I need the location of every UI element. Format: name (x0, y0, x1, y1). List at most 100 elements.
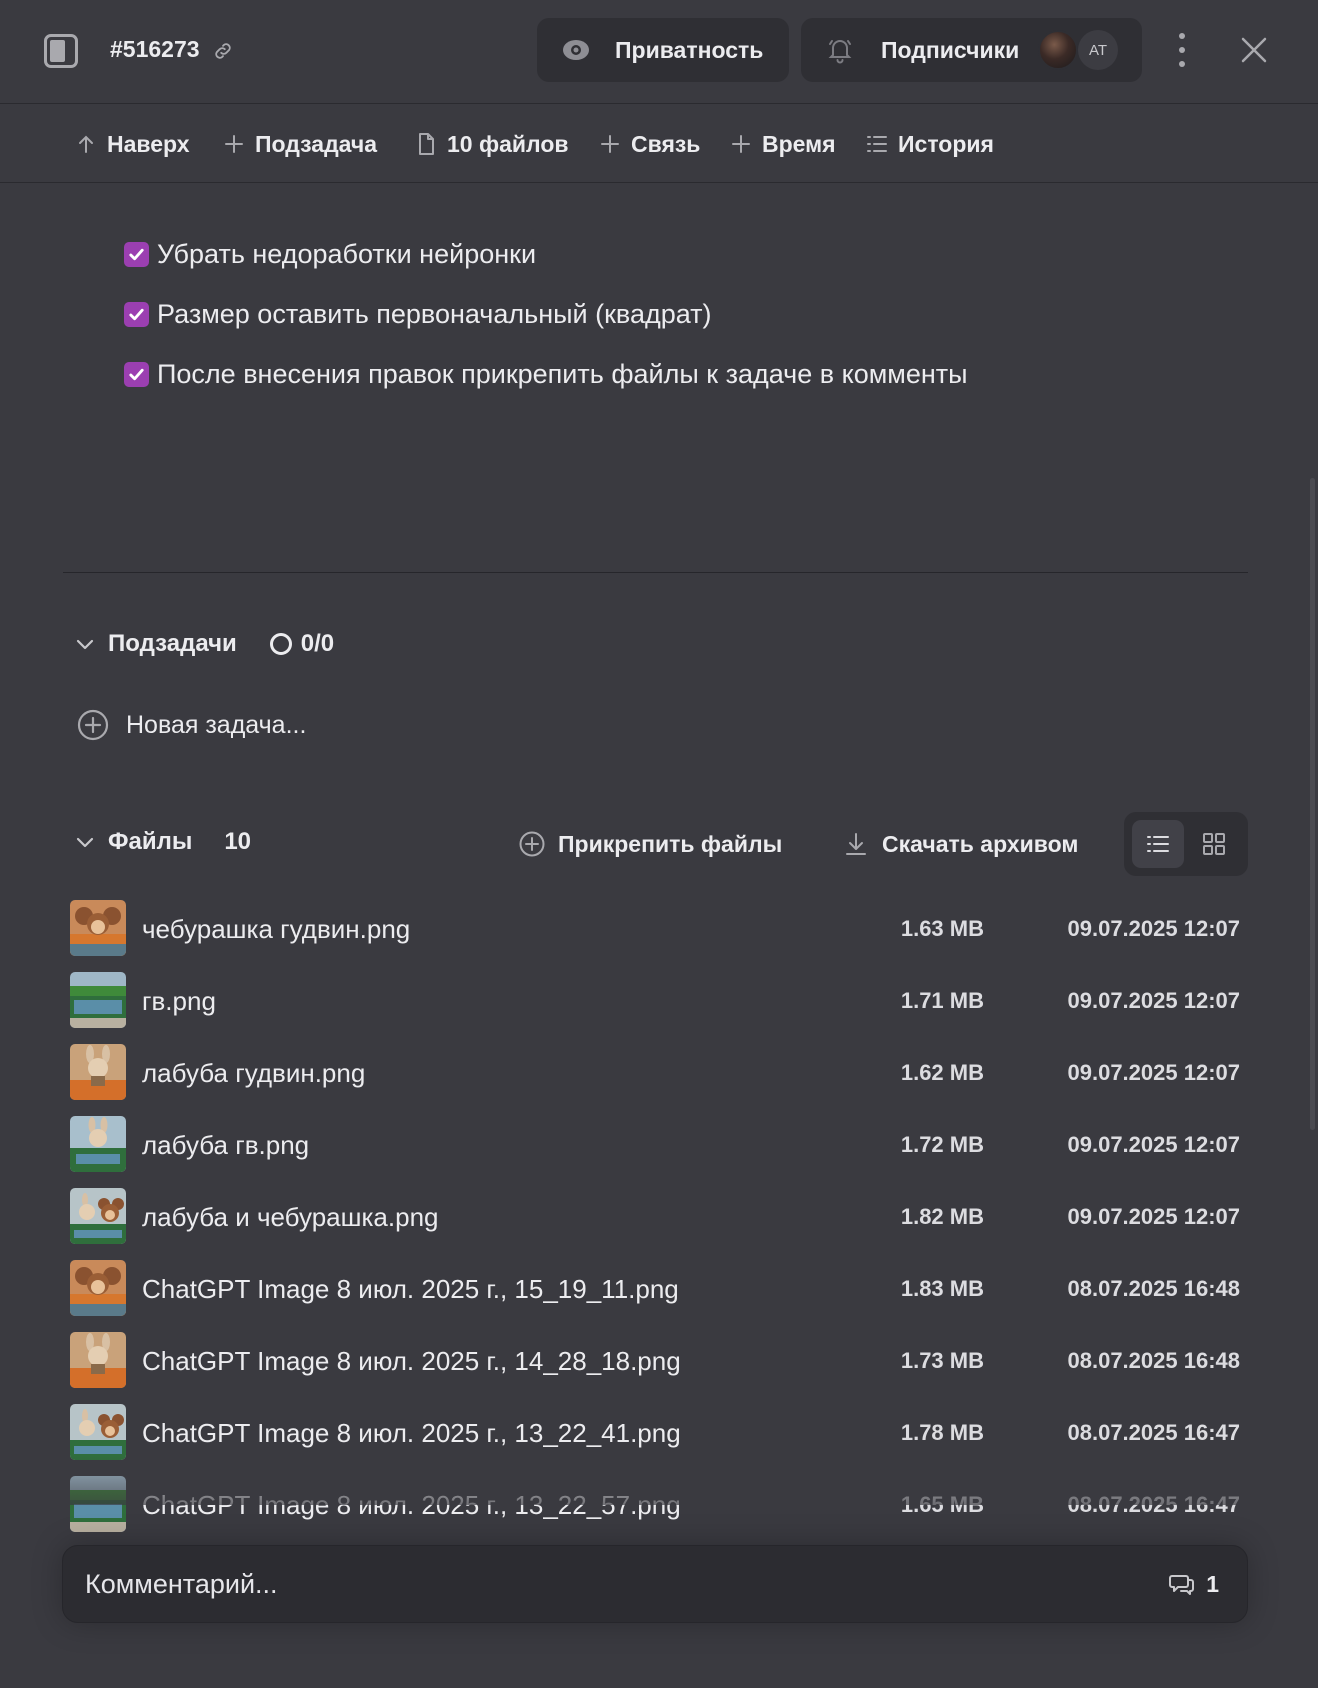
add-circle-icon (519, 831, 545, 857)
comment-input[interactable] (85, 1564, 985, 1604)
toolbar-history-button[interactable]: История (865, 129, 994, 159)
download-archive-label: Скачать архивом (882, 830, 1079, 857)
privacy-button[interactable]: Приватность (537, 18, 789, 82)
file-thumbnail[interactable] (70, 1332, 126, 1388)
toolbar-time-button[interactable]: Время (729, 129, 836, 159)
task-id: #516273 (110, 36, 200, 62)
toolbar-time-label: Время (762, 130, 836, 157)
scrollbar[interactable] (1310, 478, 1315, 1130)
file-size: 1.73 MB (900, 1348, 984, 1373)
bell-icon (828, 40, 852, 64)
file-size: 1.82 MB (900, 1204, 984, 1229)
new-task-button[interactable]: Новая задача... (76, 708, 306, 742)
file-date: 09.07.2025 12:07 (1067, 988, 1241, 1013)
toolbar-files-button[interactable]: 10 файлов (414, 129, 569, 159)
task-header: #516273 Приватность Подписчики AT (0, 0, 1318, 104)
file-row[interactable]: ChatGPT Image 8 июл. 2025 г., 14_28_18.p… (0, 1326, 1318, 1398)
file-size: 1.71 MB (900, 988, 984, 1013)
chevron-down-icon (76, 639, 94, 650)
file-size: 1.72 MB (900, 1132, 984, 1157)
privacy-label: Приватность (615, 36, 764, 63)
file-name[interactable]: чебурашка гудвин.png (142, 914, 410, 945)
subtasks-header[interactable]: Подзадачи 0/0 (74, 630, 334, 658)
toolbar-up-button[interactable]: Наверх (74, 129, 190, 159)
download-icon (846, 833, 866, 855)
checklist-item-text: Размер оставить первоначальный (квадрат) (157, 298, 712, 329)
list-icon (867, 136, 887, 152)
checkbox-checked[interactable] (124, 241, 149, 267)
section-divider (63, 572, 1248, 573)
check-icon (129, 308, 144, 320)
comments-count: 1 (1206, 1570, 1219, 1597)
file-name[interactable]: ChatGPT Image 8 июл. 2025 г., 15_19_11.p… (142, 1274, 679, 1305)
avatar[interactable] (1038, 30, 1078, 70)
attach-files-button[interactable]: Прикрепить файлы (518, 826, 782, 862)
progress-ring-icon (269, 633, 292, 655)
grid-view-button[interactable] (1188, 820, 1240, 868)
new-task-label: Новая задача... (126, 710, 307, 739)
file-thumbnail[interactable] (70, 1260, 126, 1316)
file-row[interactable]: лабуба и чебурашка.png 1.82 MB 09.07.2025 … (0, 1182, 1318, 1254)
list-view-button[interactable] (1132, 820, 1184, 868)
subscribers-button[interactable]: Подписчики AT (801, 18, 1142, 82)
file-name[interactable]: гв.png (142, 986, 216, 1017)
checkbox-checked[interactable] (124, 301, 149, 327)
arrow-up-icon (79, 135, 93, 153)
file-name[interactable]: лабуба гв.png (142, 1130, 309, 1161)
eye-icon (563, 40, 589, 60)
file-date: 08.07.2025 16:48 (1067, 1276, 1241, 1301)
checkbox-checked[interactable] (124, 361, 149, 387)
view-toggle (1124, 812, 1248, 876)
file-thumbnail[interactable] (70, 1044, 126, 1100)
file-row[interactable]: гв.png 1.71 MB 09.07.2025 12:07 (0, 966, 1318, 1038)
file-thumbnail[interactable] (70, 900, 126, 956)
toolbar-link-button[interactable]: Связь (598, 129, 700, 159)
link-icon[interactable] (212, 40, 234, 62)
chevron-down-icon (76, 837, 94, 848)
file-row[interactable]: лабуба гв.png 1.72 MB 09.07.2025 12:07 (0, 1110, 1318, 1182)
checklist-item[interactable]: После внесения правок прикрепить файлы к… (124, 356, 968, 392)
toolbar-history-label: История (898, 130, 994, 157)
file-row[interactable]: лабуба гудвин.png 1.62 MB 09.07.2025 12:07 (0, 1038, 1318, 1110)
subtasks-title: Подзадачи (108, 630, 237, 657)
avatar-initials[interactable]: AT (1078, 30, 1118, 70)
file-size: 1.78 MB (900, 1420, 984, 1445)
more-options-icon[interactable] (1170, 30, 1194, 70)
file-size: 1.62 MB (900, 1060, 984, 1085)
file-size: 1.83 MB (900, 1276, 984, 1301)
checklist-item[interactable]: Убрать недоработки нейронки (124, 236, 536, 272)
file-thumbnail[interactable] (70, 1188, 126, 1244)
file-name[interactable]: лабуба гудвин.png (142, 1058, 365, 1089)
toolbar-up-label: Наверх (107, 130, 190, 157)
files-header[interactable]: Файлы 10 (74, 828, 251, 856)
subtasks-progress: 0/0 (300, 630, 335, 657)
file-date: 09.07.2025 12:07 (1067, 1204, 1241, 1229)
close-icon[interactable] (1238, 34, 1270, 66)
toolbar-files-label: 10 файлов (447, 130, 569, 157)
checklist-item-text: Убрать недоработки нейронки (157, 238, 537, 269)
check-icon (129, 368, 144, 380)
add-circle-icon (77, 709, 109, 741)
file-date: 09.07.2025 12:07 (1067, 1132, 1241, 1157)
download-archive-button[interactable]: Скачать архивом (842, 826, 1078, 862)
file-row[interactable]: ChatGPT Image 8 июл. 2025 г., 15_19_11.p… (0, 1254, 1318, 1326)
file-date: 09.07.2025 12:07 (1067, 916, 1241, 941)
file-thumbnail[interactable] (70, 972, 126, 1028)
comments-count-button[interactable]: 1 (1168, 1570, 1219, 1598)
attach-files-label: Прикрепить файлы (558, 830, 783, 857)
file-thumbnail[interactable] (70, 1404, 126, 1460)
file-name[interactable]: ChatGPT Image 8 июл. 2025 г., 13_22_41.p… (142, 1418, 681, 1449)
plus-icon (225, 135, 243, 153)
file-row[interactable]: чебурашка гудвин.png 1.63 MB 09.07.2025 12… (0, 894, 1318, 966)
file-name[interactable]: лабуба и чебурашка.png (142, 1202, 439, 1233)
file-thumbnail[interactable] (70, 1116, 126, 1172)
file-name[interactable]: ChatGPT Image 8 июл. 2025 г., 14_28_18.p… (142, 1346, 681, 1377)
files-count: 10 (224, 828, 252, 855)
file-icon (419, 133, 434, 155)
toolbar-subtask-button[interactable]: Подзадача (222, 129, 377, 159)
sidebar-toggle-icon[interactable] (44, 34, 78, 68)
task-toolbar: Наверх Подзадача 10 файлов Связь Время И… (0, 105, 1318, 183)
checklist-item[interactable]: Размер оставить первоначальный (квадрат) (124, 296, 712, 332)
file-size: 1.63 MB (900, 916, 984, 941)
plus-icon (601, 135, 619, 153)
